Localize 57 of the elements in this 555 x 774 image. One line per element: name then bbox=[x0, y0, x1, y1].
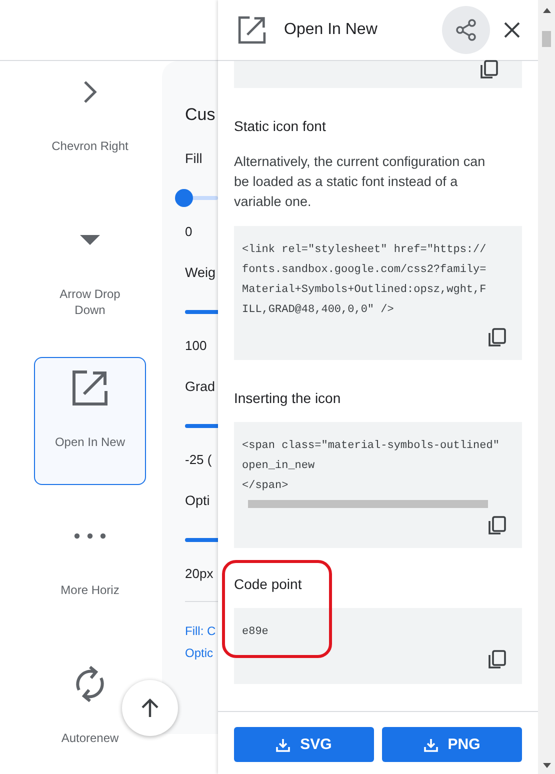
chevron-right-icon bbox=[83, 80, 97, 104]
icon-label: Autorenew bbox=[61, 730, 119, 746]
scrollbar[interactable] bbox=[538, 0, 555, 774]
scroll-up-icon bbox=[542, 8, 550, 13]
panel-title: Cus bbox=[185, 104, 216, 126]
scroll-down-icon bbox=[542, 763, 550, 768]
code-line: open_in_new bbox=[242, 459, 316, 474]
control-label: Fill bbox=[185, 150, 204, 168]
scrollbar-thumb[interactable] bbox=[542, 31, 551, 47]
launch-icon bbox=[72, 370, 108, 406]
close-button[interactable] bbox=[504, 22, 520, 38]
panel-title: Open In New bbox=[284, 21, 378, 39]
code-line: <span class="material-symbols-outlined" bbox=[242, 439, 500, 454]
code-line: ILL,GRAD@48,400,0,0" /> bbox=[242, 303, 395, 318]
icon-label: Chevron Right bbox=[52, 138, 128, 154]
slider-value: 20px bbox=[185, 565, 214, 583]
copy-icon[interactable] bbox=[488, 328, 506, 348]
arrow-up-icon bbox=[141, 698, 159, 718]
icon-tile[interactable]: Arrow Drop Down bbox=[49, 209, 131, 337]
control-label: Grad bbox=[185, 378, 216, 396]
share-button[interactable] bbox=[442, 6, 490, 54]
control-label: Opti bbox=[185, 492, 211, 510]
launch-icon bbox=[238, 16, 266, 44]
code-line: Material+Symbols+Outlined:opsz,wght,F bbox=[242, 283, 488, 298]
code-line: <link rel="stylesheet" href="https:// bbox=[242, 243, 488, 258]
icon-tile[interactable]: Open In New bbox=[34, 357, 146, 485]
link[interactable]: Fill: C bbox=[185, 620, 218, 642]
sync-arrows-icon bbox=[73, 664, 107, 704]
caret-down-icon bbox=[80, 235, 100, 245]
scroll-top-button[interactable] bbox=[122, 680, 178, 736]
link[interactable]: Optic bbox=[185, 642, 218, 664]
icon-label: Arrow Drop Down bbox=[58, 286, 122, 318]
section-heading: Static icon font bbox=[234, 117, 327, 136]
slider-value: 100 bbox=[185, 337, 208, 355]
section-heading: Inserting the icon bbox=[234, 389, 342, 408]
description-text: Alternatively, the current configuration can be loaded as a static font instead of a variable one. bbox=[234, 153, 486, 211]
download-button[interactable]: PNG bbox=[382, 727, 522, 762]
download-icon bbox=[276, 738, 290, 752]
icon-tile[interactable]: Autorenew bbox=[60, 653, 120, 774]
icon-tile[interactable]: Chevron Right bbox=[50, 61, 130, 189]
slider-value: 0 bbox=[185, 223, 194, 241]
download-button[interactable]: SVG bbox=[234, 727, 374, 762]
icon-label: Open In New bbox=[54, 434, 126, 450]
control-label: Weig bbox=[185, 264, 217, 282]
code-line: fonts.sandbox.google.com/css2?family= bbox=[242, 263, 488, 278]
icon-label: More Horiz bbox=[60, 582, 120, 598]
code-line: e89e bbox=[242, 625, 270, 640]
copy-icon[interactable] bbox=[480, 60, 498, 80]
download-icon bbox=[424, 738, 438, 752]
icon-tile[interactable]: More Horiz bbox=[60, 505, 120, 633]
code-line: </span> bbox=[242, 479, 290, 494]
close-icon bbox=[504, 22, 520, 38]
share-icon bbox=[456, 19, 476, 41]
copy-icon[interactable] bbox=[488, 516, 506, 536]
copy-icon[interactable] bbox=[488, 650, 506, 670]
dots-icon bbox=[74, 533, 106, 539]
slider-value: -25 ( bbox=[185, 451, 213, 469]
